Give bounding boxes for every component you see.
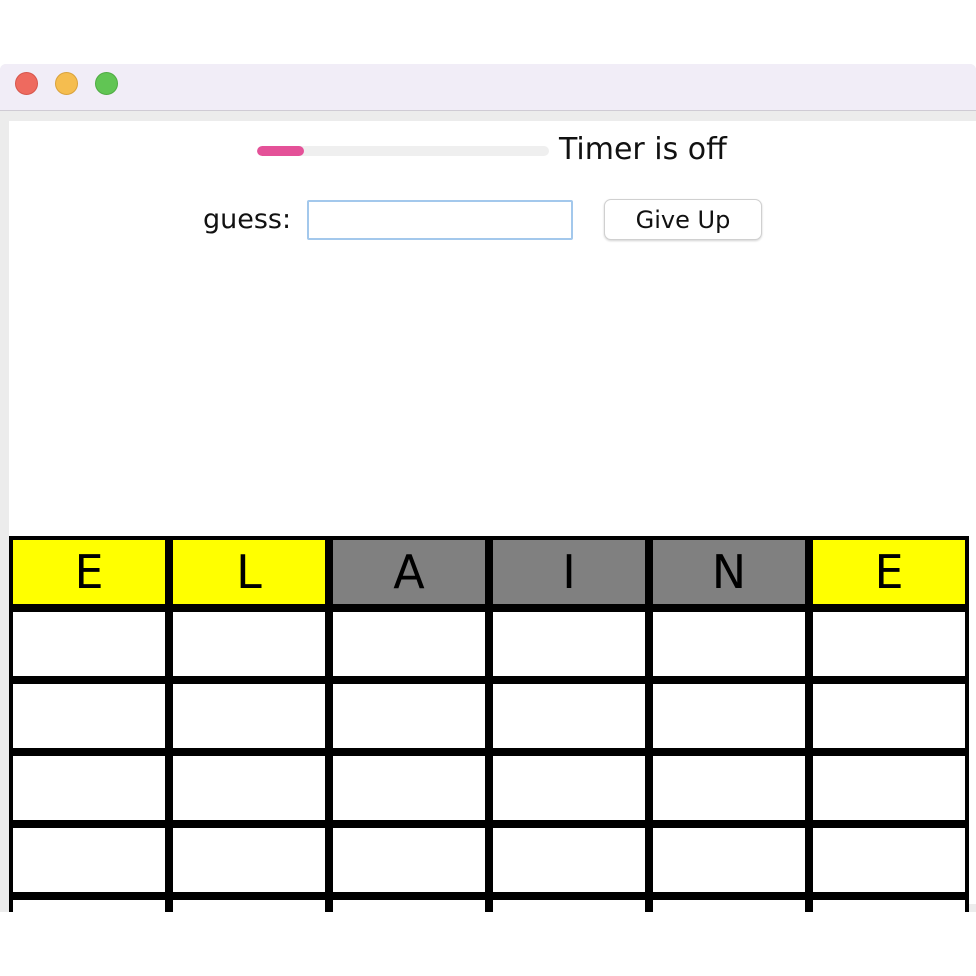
board-cell — [169, 824, 329, 896]
board-cell: E — [9, 536, 169, 608]
timer-status-label: Timer is off — [559, 132, 727, 167]
board-cell — [489, 608, 649, 680]
board-cell — [9, 824, 169, 896]
board-cell — [169, 680, 329, 752]
board-cell: E — [809, 536, 969, 608]
guess-label: guess: — [203, 204, 292, 235]
board-cell — [169, 896, 329, 912]
board-cell — [169, 608, 329, 680]
board-cell: L — [169, 536, 329, 608]
board-cell — [489, 680, 649, 752]
board-cell — [649, 896, 809, 912]
board-cell — [9, 608, 169, 680]
board-cell — [9, 680, 169, 752]
board-cell — [169, 752, 329, 824]
board-cell: I — [489, 536, 649, 608]
letter-board: ELAINE — [9, 536, 969, 912]
board-cell — [329, 824, 489, 896]
board-cell — [489, 896, 649, 912]
app-window: Timer is off guess: Give Up ELAINE — [0, 64, 976, 912]
title-bar — [0, 64, 976, 111]
minimize-window-icon[interactable] — [55, 72, 78, 95]
board-cell — [649, 824, 809, 896]
board-cell — [809, 680, 969, 752]
board-cell — [329, 680, 489, 752]
board-cell — [649, 680, 809, 752]
board-cell — [329, 752, 489, 824]
board-cell: A — [329, 536, 489, 608]
timer-progress-fill — [257, 146, 304, 156]
board-cell — [809, 752, 969, 824]
board-cell — [649, 752, 809, 824]
maximize-window-icon[interactable] — [95, 72, 118, 95]
board-cell — [809, 824, 969, 896]
close-window-icon[interactable] — [15, 72, 38, 95]
board-cell — [489, 752, 649, 824]
give-up-button[interactable]: Give Up — [604, 199, 762, 240]
board-cell — [809, 608, 969, 680]
board-cell — [649, 608, 809, 680]
guess-input[interactable] — [307, 200, 573, 240]
timer-progress-bar — [257, 146, 549, 156]
board-cell — [809, 896, 969, 912]
board-cell — [329, 608, 489, 680]
board-cell — [9, 752, 169, 824]
board-cell — [329, 896, 489, 912]
board-cell — [489, 824, 649, 896]
board-cell: N — [649, 536, 809, 608]
board-cell — [9, 896, 169, 912]
